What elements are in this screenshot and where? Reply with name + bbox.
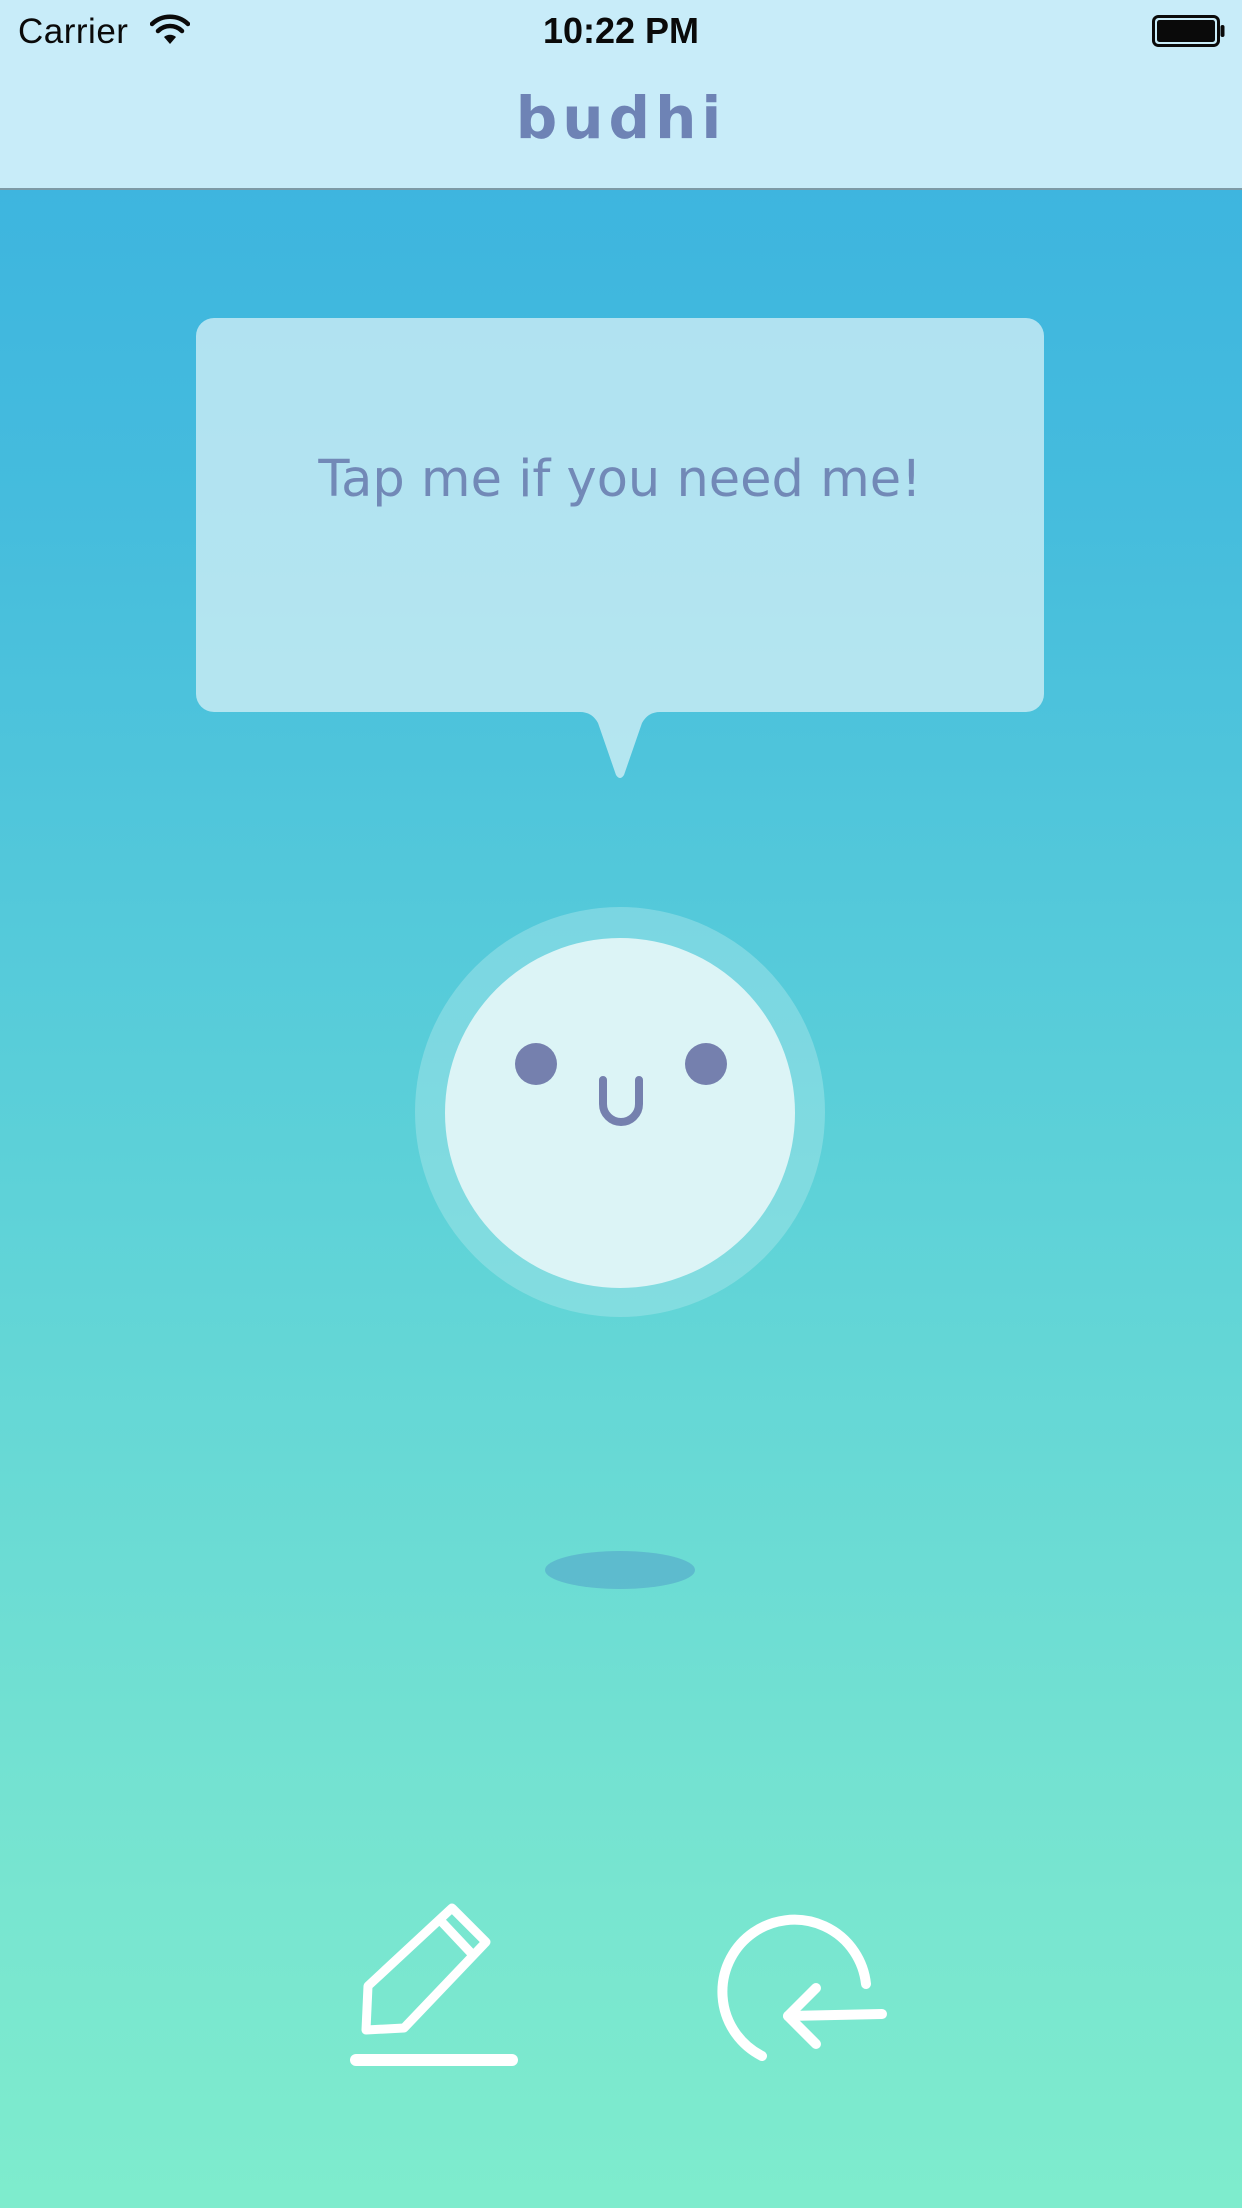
top-bar: Carrier 10:22 PM budhi (0, 0, 1242, 190)
speech-bubble[interactable]: Tap me if you need me! (196, 318, 1044, 712)
pencil-icon[interactable] (348, 1900, 524, 2070)
smile-mouth (599, 1076, 643, 1126)
battery-full-icon (1152, 15, 1225, 47)
character-shadow (545, 1551, 695, 1589)
budhi-character[interactable] (445, 938, 795, 1288)
right-eye (685, 1043, 727, 1085)
left-eye (515, 1043, 557, 1085)
speech-bubble-tail (560, 712, 680, 778)
undo-circle-arrow-icon[interactable] (716, 1904, 900, 2068)
app-title: budhi (515, 84, 727, 152)
bubble-message: Tap me if you need me! (318, 450, 922, 509)
status-time: 10:22 PM (542, 10, 700, 51)
